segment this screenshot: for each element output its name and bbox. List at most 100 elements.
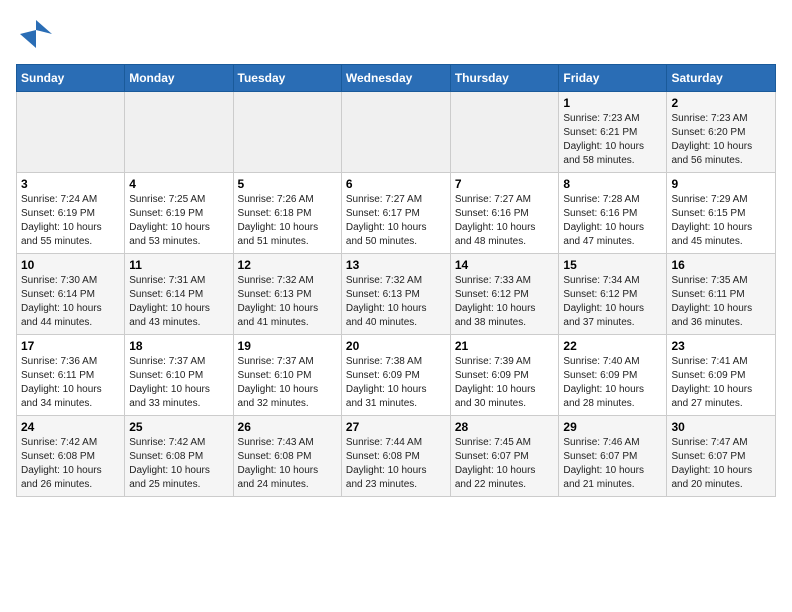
day-cell: 13Sunrise: 7:32 AM Sunset: 6:13 PM Dayli… xyxy=(341,254,450,335)
day-cell: 6 Sunrise: 7:27 AM Sunset: 6:17 PM Daylig… xyxy=(341,173,450,254)
day-number: 29 xyxy=(563,420,662,434)
day-number: 12 xyxy=(238,258,337,272)
page-header xyxy=(16,16,776,52)
week-row-3: 10Sunrise: 7:30 AM Sunset: 6:14 PM Dayli… xyxy=(17,254,776,335)
day-info: Sunrise: 7:41 AM Sunset: 6:09 PM Dayligh… xyxy=(671,355,771,411)
day-number: 26 xyxy=(238,420,337,434)
day-info: Sunrise: 7:27 AM Sunset: 6:16 PM Dayligh… xyxy=(455,193,555,249)
day-cell: 14 Sunrise: 7:33 AM Sunset: 6:12 PM Dayli… xyxy=(450,254,559,335)
day-info: Sunrise: 7:42 AM Sunset: 6:08 PM Dayligh… xyxy=(129,436,228,492)
day-cell: 11Sunrise: 7:31 AM Sunset: 6:14 PM Dayli… xyxy=(125,254,233,335)
day-cell: 27 Sunrise: 7:44 AM Sunset: 6:08 PM Dayli… xyxy=(341,416,450,497)
day-number: 19 xyxy=(238,339,337,353)
day-number: 21 xyxy=(455,339,555,353)
day-cell: 30 Sunrise: 7:47 AM Sunset: 6:07 PM Dayli… xyxy=(667,416,776,497)
day-cell: 8 Sunrise: 7:28 AM Sunset: 6:16 PM Daylig… xyxy=(559,173,667,254)
day-cell xyxy=(17,92,125,173)
day-cell: 19 Sunrise: 7:37 AM Sunset: 6:10 PM Dayli… xyxy=(233,335,341,416)
day-info: Sunrise: 7:43 AM Sunset: 6:08 PM Dayligh… xyxy=(238,436,337,492)
day-cell: 16Sunrise: 7:35 AM Sunset: 6:11 PM Dayli… xyxy=(667,254,776,335)
day-cell: 26 Sunrise: 7:43 AM Sunset: 6:08 PM Dayli… xyxy=(233,416,341,497)
day-cell: 22 Sunrise: 7:40 AM Sunset: 6:09 PM Dayli… xyxy=(559,335,667,416)
day-cell: 12 Sunrise: 7:32 AM Sunset: 6:13 PM Dayli… xyxy=(233,254,341,335)
day-cell: 17 Sunrise: 7:36 AM Sunset: 6:11 PM Dayli… xyxy=(17,335,125,416)
day-info: Sunrise: 7:47 AM Sunset: 6:07 PM Dayligh… xyxy=(671,436,771,492)
day-number: 28 xyxy=(455,420,555,434)
day-cell: 29 Sunrise: 7:46 AM Sunset: 6:07 PM Dayli… xyxy=(559,416,667,497)
day-cell: 25Sunrise: 7:42 AM Sunset: 6:08 PM Dayli… xyxy=(125,416,233,497)
day-info: Sunrise: 7:29 AM Sunset: 6:15 PM Dayligh… xyxy=(671,193,771,249)
weekday-header-thursday: Thursday xyxy=(450,65,559,92)
calendar-table: SundayMondayTuesdayWednesdayThursdayFrid… xyxy=(16,64,776,497)
weekday-header-row: SundayMondayTuesdayWednesdayThursdayFrid… xyxy=(17,65,776,92)
day-info: Sunrise: 7:24 AM Sunset: 6:19 PM Dayligh… xyxy=(21,193,120,249)
day-number: 5 xyxy=(238,177,337,191)
day-cell: 24 Sunrise: 7:42 AM Sunset: 6:08 PM Dayli… xyxy=(17,416,125,497)
day-info: Sunrise: 7:25 AM Sunset: 6:19 PM Dayligh… xyxy=(129,193,228,249)
day-number: 27 xyxy=(346,420,446,434)
day-cell: 1 Sunrise: 7:23 AM Sunset: 6:21 PM Daylig… xyxy=(559,92,667,173)
day-number: 8 xyxy=(563,177,662,191)
week-row-2: 3 Sunrise: 7:24 AM Sunset: 6:19 PM Daylig… xyxy=(17,173,776,254)
day-number: 24 xyxy=(21,420,120,434)
day-number: 22 xyxy=(563,339,662,353)
day-number: 2 xyxy=(671,96,771,110)
weekday-header-tuesday: Tuesday xyxy=(233,65,341,92)
day-cell: 10Sunrise: 7:30 AM Sunset: 6:14 PM Dayli… xyxy=(17,254,125,335)
calendar-body: 1 Sunrise: 7:23 AM Sunset: 6:21 PM Daylig… xyxy=(17,92,776,497)
day-cell xyxy=(125,92,233,173)
day-number: 9 xyxy=(671,177,771,191)
day-info: Sunrise: 7:33 AM Sunset: 6:12 PM Dayligh… xyxy=(455,274,555,330)
day-info: Sunrise: 7:23 AM Sunset: 6:21 PM Dayligh… xyxy=(563,112,662,168)
day-number: 17 xyxy=(21,339,120,353)
day-cell: 4Sunrise: 7:25 AM Sunset: 6:19 PM Daylig… xyxy=(125,173,233,254)
day-info: Sunrise: 7:37 AM Sunset: 6:10 PM Dayligh… xyxy=(129,355,228,411)
day-number: 15 xyxy=(563,258,662,272)
day-cell xyxy=(233,92,341,173)
weekday-header-friday: Friday xyxy=(559,65,667,92)
day-info: Sunrise: 7:30 AM Sunset: 6:14 PM Dayligh… xyxy=(21,274,120,330)
day-cell: 5Sunrise: 7:26 AM Sunset: 6:18 PM Daylig… xyxy=(233,173,341,254)
day-info: Sunrise: 7:44 AM Sunset: 6:08 PM Dayligh… xyxy=(346,436,446,492)
day-info: Sunrise: 7:40 AM Sunset: 6:09 PM Dayligh… xyxy=(563,355,662,411)
day-cell xyxy=(450,92,559,173)
day-number: 1 xyxy=(563,96,662,110)
weekday-header-monday: Monday xyxy=(125,65,233,92)
day-number: 30 xyxy=(671,420,771,434)
day-cell: 23 Sunrise: 7:41 AM Sunset: 6:09 PM Dayli… xyxy=(667,335,776,416)
day-info: Sunrise: 7:27 AM Sunset: 6:17 PM Dayligh… xyxy=(346,193,446,249)
weekday-header-saturday: Saturday xyxy=(667,65,776,92)
day-number: 23 xyxy=(671,339,771,353)
day-info: Sunrise: 7:28 AM Sunset: 6:16 PM Dayligh… xyxy=(563,193,662,249)
day-cell: 18 Sunrise: 7:37 AM Sunset: 6:10 PM Dayli… xyxy=(125,335,233,416)
day-info: Sunrise: 7:32 AM Sunset: 6:13 PM Dayligh… xyxy=(346,274,446,330)
day-info: Sunrise: 7:39 AM Sunset: 6:09 PM Dayligh… xyxy=(455,355,555,411)
day-info: Sunrise: 7:42 AM Sunset: 6:08 PM Dayligh… xyxy=(21,436,120,492)
day-cell: 28 Sunrise: 7:45 AM Sunset: 6:07 PM Dayli… xyxy=(450,416,559,497)
day-cell: 9 Sunrise: 7:29 AM Sunset: 6:15 PM Daylig… xyxy=(667,173,776,254)
day-cell: 20Sunrise: 7:38 AM Sunset: 6:09 PM Dayli… xyxy=(341,335,450,416)
week-row-1: 1 Sunrise: 7:23 AM Sunset: 6:21 PM Daylig… xyxy=(17,92,776,173)
day-info: Sunrise: 7:36 AM Sunset: 6:11 PM Dayligh… xyxy=(21,355,120,411)
day-cell xyxy=(341,92,450,173)
day-info: Sunrise: 7:34 AM Sunset: 6:12 PM Dayligh… xyxy=(563,274,662,330)
logo-icon xyxy=(16,16,52,52)
day-info: Sunrise: 7:23 AM Sunset: 6:20 PM Dayligh… xyxy=(671,112,771,168)
day-info: Sunrise: 7:32 AM Sunset: 6:13 PM Dayligh… xyxy=(238,274,337,330)
day-info: Sunrise: 7:46 AM Sunset: 6:07 PM Dayligh… xyxy=(563,436,662,492)
day-number: 6 xyxy=(346,177,446,191)
week-row-5: 24 Sunrise: 7:42 AM Sunset: 6:08 PM Dayli… xyxy=(17,416,776,497)
day-number: 16 xyxy=(671,258,771,272)
weekday-header-wednesday: Wednesday xyxy=(341,65,450,92)
weekday-header-sunday: Sunday xyxy=(17,65,125,92)
day-number: 14 xyxy=(455,258,555,272)
day-number: 3 xyxy=(21,177,120,191)
day-cell: 21 Sunrise: 7:39 AM Sunset: 6:09 PM Dayli… xyxy=(450,335,559,416)
day-cell: 15 Sunrise: 7:34 AM Sunset: 6:12 PM Dayli… xyxy=(559,254,667,335)
day-info: Sunrise: 7:38 AM Sunset: 6:09 PM Dayligh… xyxy=(346,355,446,411)
day-number: 18 xyxy=(129,339,228,353)
logo xyxy=(16,16,58,52)
day-number: 7 xyxy=(455,177,555,191)
day-info: Sunrise: 7:37 AM Sunset: 6:10 PM Dayligh… xyxy=(238,355,337,411)
day-info: Sunrise: 7:45 AM Sunset: 6:07 PM Dayligh… xyxy=(455,436,555,492)
